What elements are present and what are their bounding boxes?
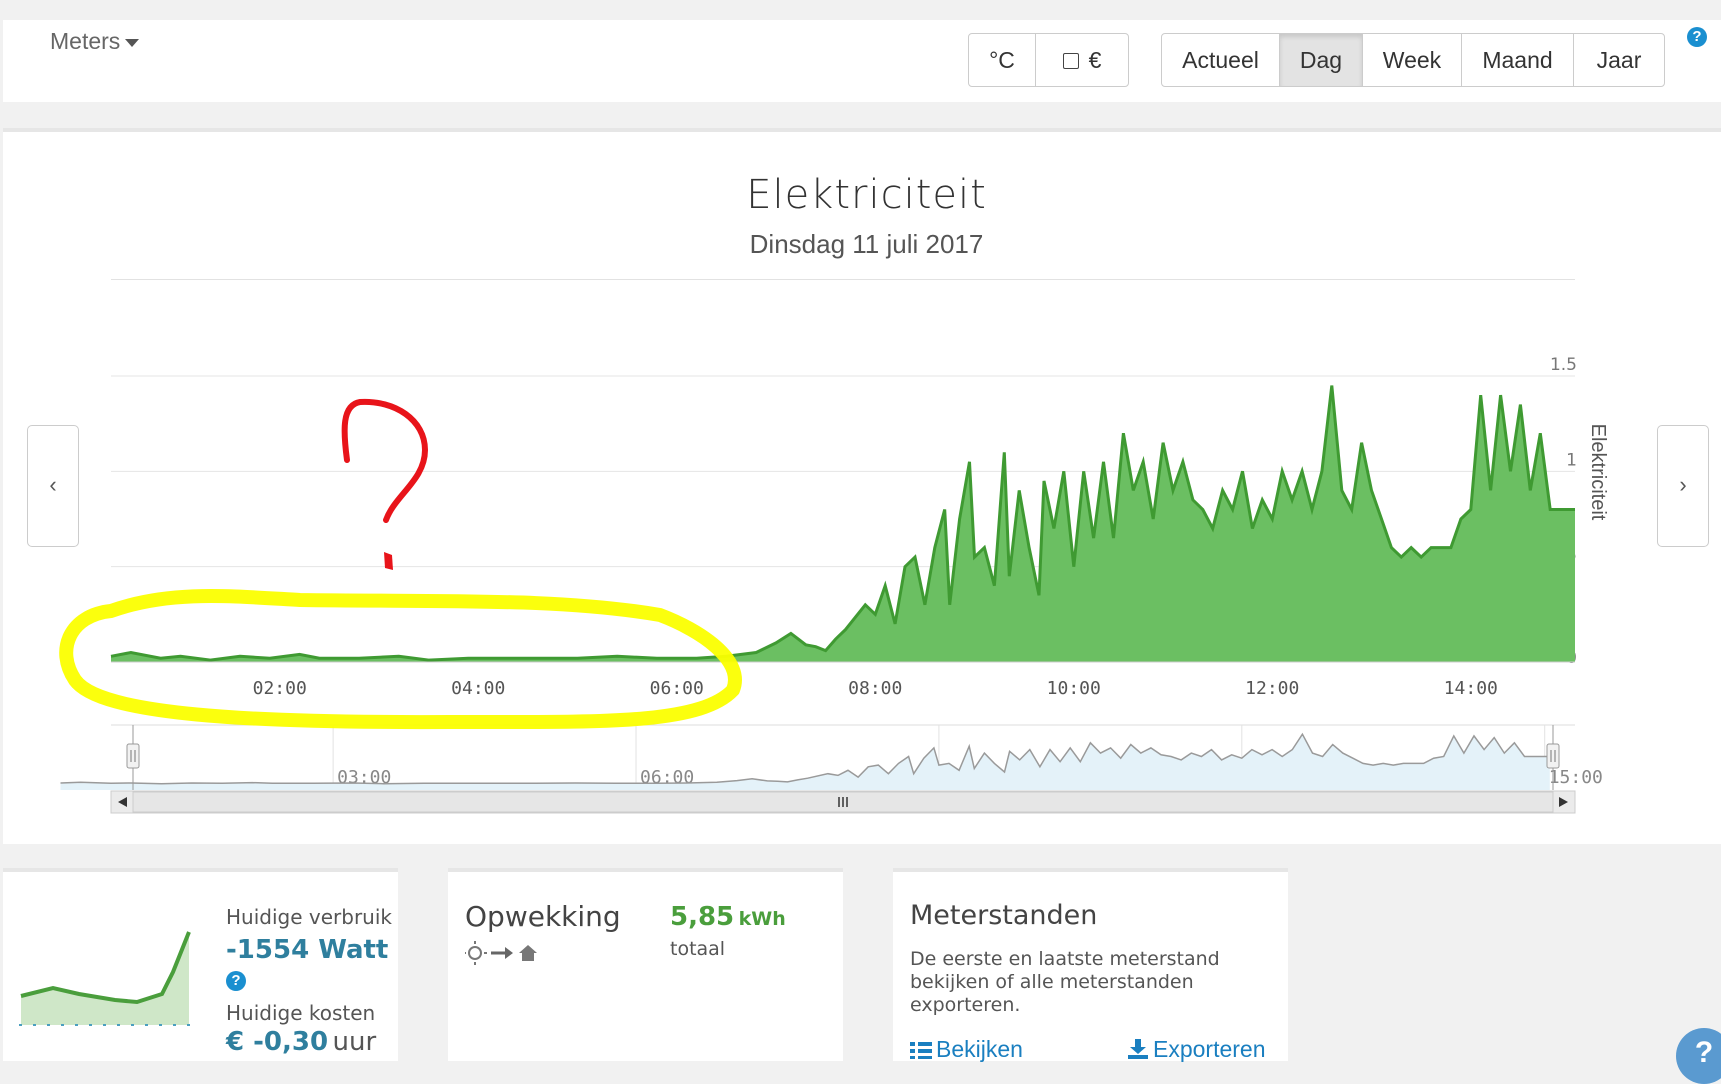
navigator-tick-label: 15:00 — [1549, 767, 1603, 788]
current-cost-unit: uur — [332, 1027, 377, 1057]
question-mark-dot — [384, 552, 393, 570]
current-cost-label: Huidige kosten — [226, 1001, 376, 1025]
meter-readings-card: Meterstanden De eerste en laatste meters… — [893, 868, 1288, 1063]
meter-readings-description: De eerste en laatste meterstand bekijken… — [910, 948, 1220, 1016]
view-readings-label: Bekijken — [936, 1036, 1023, 1062]
x-tick-label: 04:00 — [451, 678, 505, 699]
generation-title: Opwekking — [465, 900, 621, 933]
question-mark-annotation — [341, 398, 429, 523]
download-icon — [1128, 1038, 1148, 1065]
usage-sparkline — [19, 931, 191, 1026]
list-icon — [910, 1041, 932, 1059]
generation-unit: kWh — [738, 908, 786, 930]
x-tick-label: 08:00 — [848, 678, 902, 699]
generation-total: 5,85 kWh — [670, 902, 786, 932]
y-axis-title: Elektriciteit — [1587, 424, 1609, 521]
x-tick-label: 06:00 — [650, 678, 704, 699]
navigator-area — [60, 734, 1550, 790]
x-tick-label: 12:00 — [1245, 678, 1299, 699]
view-readings-link[interactable]: Bekijken — [910, 1036, 1023, 1063]
current-usage-label: Huidige verbruik — [226, 905, 392, 929]
current-usage-value: -1554 Watt — [226, 935, 389, 965]
current-cost-value: € -0,30 — [226, 1027, 329, 1057]
export-readings-label: Exporteren — [1153, 1036, 1266, 1062]
x-tick-label: 10:00 — [1047, 678, 1101, 699]
floating-help-icon[interactable]: ? — [1676, 1028, 1721, 1084]
generation-value: 5,85 — [670, 902, 735, 932]
navigator-left-handle[interactable] — [126, 743, 140, 769]
x-tick-label: 14:00 — [1444, 678, 1498, 699]
current-cost: € -0,30 uur — [226, 1027, 376, 1057]
generation-total-label: totaal — [670, 938, 726, 960]
generation-card: Opwekking 5,85 kWh totaal — [448, 868, 843, 1061]
meter-readings-title: Meterstanden — [910, 900, 1098, 931]
x-tick-label: 02:00 — [253, 678, 307, 699]
usage-card: Huidige verbruik -1554 Watt ? Huidige ko… — [3, 868, 398, 1061]
sun-to-house-icon — [465, 941, 537, 965]
export-readings-link[interactable]: Exporteren — [1128, 1036, 1266, 1065]
usage-help-icon[interactable]: ? — [226, 971, 246, 991]
series-area — [111, 385, 1575, 662]
navigator-right-handle[interactable] — [1546, 743, 1560, 769]
y-tick-label: 1.5 — [1550, 355, 1577, 375]
y-tick-label: 1 — [1566, 450, 1577, 470]
